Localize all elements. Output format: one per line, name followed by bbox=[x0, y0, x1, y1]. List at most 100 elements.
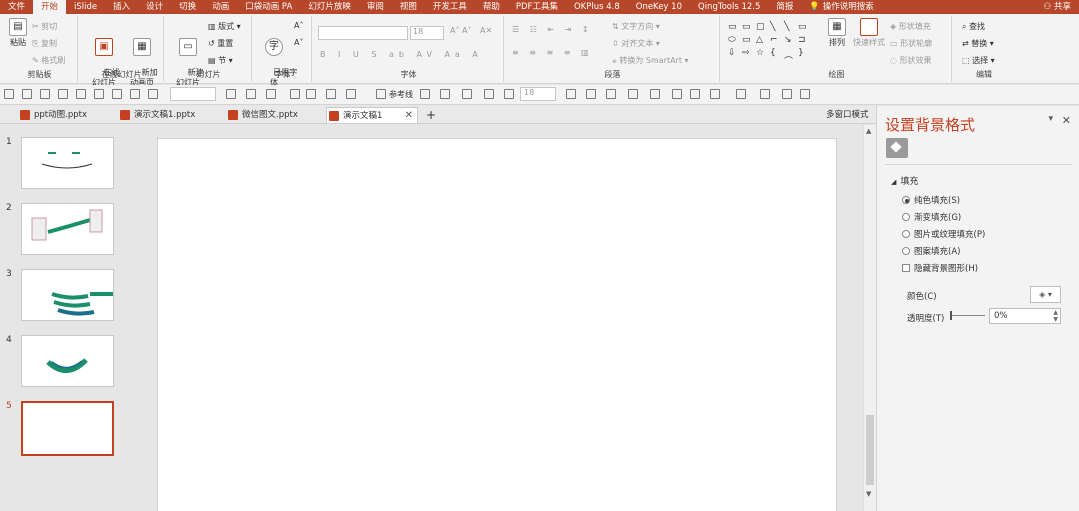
toolbar-icon[interactable] bbox=[650, 89, 660, 99]
format-painter-button[interactable]: ✎ 格式刷 bbox=[32, 55, 65, 66]
slide-canvas[interactable] bbox=[157, 138, 837, 511]
quick-font-select[interactable] bbox=[170, 87, 216, 101]
toolbar-icon[interactable] bbox=[628, 89, 638, 99]
menu-tab[interactable]: 设计 bbox=[138, 0, 171, 14]
guides-checkbox[interactable] bbox=[376, 89, 386, 99]
toolbar-icon[interactable] bbox=[4, 89, 14, 99]
slide-thumbnail-active[interactable] bbox=[21, 401, 114, 456]
toolbar-icon[interactable] bbox=[690, 89, 700, 99]
decrease-font-button[interactable]: A˅ bbox=[294, 38, 303, 47]
toolbar-icon[interactable] bbox=[760, 89, 770, 99]
color-picker-button[interactable]: ◈ ▾ bbox=[1030, 286, 1061, 303]
transparency-slider[interactable] bbox=[951, 315, 985, 316]
slide-thumbnail[interactable] bbox=[21, 137, 114, 189]
doc-tab[interactable]: 演示文稿1.pptx bbox=[118, 107, 222, 123]
menu-tab[interactable]: 帮助 bbox=[475, 0, 508, 14]
toolbar-icon[interactable] bbox=[586, 89, 596, 99]
toolbar-icon[interactable] bbox=[346, 89, 356, 99]
menu-tab[interactable]: OneKey 10 bbox=[628, 0, 690, 14]
cut-button[interactable]: ✂ 剪切 bbox=[32, 21, 57, 32]
menu-tab[interactable]: 幻灯片放映 bbox=[300, 0, 359, 14]
close-icon[interactable]: ✕ bbox=[1062, 114, 1071, 127]
transparency-slider-handle[interactable] bbox=[950, 311, 952, 320]
shape-icon[interactable]: ▭ bbox=[742, 22, 751, 32]
paste-button[interactable]: ▤ 粘贴 bbox=[6, 18, 30, 48]
scroll-down-icon[interactable]: ▼ bbox=[866, 490, 871, 498]
toolbar-icon[interactable] bbox=[130, 89, 140, 99]
menu-tab[interactable]: 动画 bbox=[204, 0, 237, 14]
clear-format-button[interactable]: A✕ bbox=[480, 26, 492, 35]
doc-tab[interactable]: 微信图文.pptx bbox=[226, 107, 324, 123]
menu-tab[interactable]: 口袋动画 PA bbox=[237, 0, 300, 14]
vertical-scrollbar[interactable]: ▲ ▼ bbox=[863, 125, 876, 511]
shape-icon[interactable]: ⊐ bbox=[798, 35, 806, 45]
find-button[interactable]: ⌕ 查找 bbox=[962, 21, 985, 32]
shape-icon[interactable]: ︵ bbox=[784, 48, 793, 61]
shape-icon[interactable]: ⬭ bbox=[728, 35, 736, 45]
shape-effects-button[interactable]: ◌ 形状效果 bbox=[890, 55, 932, 66]
picture-fill-radio[interactable]: 图片或纹理填充(P) bbox=[902, 228, 985, 240]
increase-font-button[interactable]: A˄ bbox=[294, 21, 303, 30]
menu-tab[interactable]: QingTools 12.5 bbox=[690, 0, 768, 14]
toolbar-icon[interactable] bbox=[710, 89, 720, 99]
list-buttons[interactable]: ☰ ☷ ⇤ ⇥ ↕ bbox=[512, 25, 593, 34]
share-button[interactable]: ⚇ 共享 bbox=[1036, 0, 1079, 14]
align-buttons[interactable]: ≡ ≡ ≡ ≡ ▥ bbox=[512, 48, 593, 57]
shape-icon[interactable]: ▭ bbox=[798, 22, 807, 32]
toolbar-icon[interactable] bbox=[606, 89, 616, 99]
toolbar-icon[interactable] bbox=[420, 89, 430, 99]
toolbar-icon[interactable] bbox=[112, 89, 122, 99]
toolbar-icon[interactable] bbox=[76, 89, 86, 99]
pane-options-icon[interactable]: ▾ bbox=[1048, 114, 1053, 124]
toolbar-icon[interactable] bbox=[40, 89, 50, 99]
transparency-input[interactable]: 0% ▲ ▼ bbox=[989, 308, 1061, 324]
bold-italic-underline-buttons[interactable]: B I U S ab AV Aa A bbox=[320, 50, 483, 59]
scroll-up-icon[interactable]: ▲ bbox=[866, 127, 871, 135]
toolbar-icon[interactable] bbox=[672, 89, 682, 99]
layout-button[interactable]: ▥ 版式 ▾ bbox=[208, 21, 241, 32]
slide-thumbnail[interactable] bbox=[21, 203, 114, 255]
slide-thumbnail[interactable] bbox=[21, 269, 114, 321]
shape-icon[interactable]: ↘ bbox=[784, 35, 792, 45]
gradient-fill-radio[interactable]: 渐变填充(G) bbox=[902, 211, 961, 223]
menu-tab[interactable]: 切换 bbox=[171, 0, 204, 14]
shape-icon[interactable]: ▢ bbox=[756, 22, 765, 32]
toolbar-icon[interactable] bbox=[22, 89, 32, 99]
solid-fill-radio[interactable]: 纯色填充(S) bbox=[902, 194, 960, 206]
replace-button[interactable]: ⇄ 替换 ▾ bbox=[962, 38, 994, 49]
toolbar-icon[interactable] bbox=[326, 89, 336, 99]
shape-icon[interactable]: ☆ bbox=[756, 48, 764, 58]
toolbar-icon[interactable] bbox=[800, 89, 810, 99]
arrange-button[interactable]: ▦ 排列 bbox=[824, 18, 850, 48]
reset-button[interactable]: ↺ 重置 bbox=[208, 38, 233, 49]
pattern-fill-radio[interactable]: 图案填充(A) bbox=[902, 245, 960, 257]
toolbar-icon[interactable] bbox=[484, 89, 494, 99]
shapes-gallery[interactable]: ▭ ▭ ▢ ╲ ╲ ▭ ⬭ ▭ △ ⌐ ↘ ⊐ ⇩ ⇨ ☆ {︵} bbox=[728, 22, 820, 62]
toolbar-icon[interactable] bbox=[736, 89, 746, 99]
slide-thumbnail[interactable] bbox=[21, 335, 114, 387]
copy-button[interactable]: ⎘ 复制 bbox=[32, 38, 57, 49]
menu-tab[interactable]: OKPlus 4.8 bbox=[566, 0, 628, 14]
toolbar-icon[interactable] bbox=[58, 89, 68, 99]
menu-tab[interactable]: PDF工具集 bbox=[508, 0, 566, 14]
toolbar-icon[interactable] bbox=[504, 89, 514, 99]
toolbar-icon[interactable] bbox=[226, 89, 236, 99]
shape-outline-button[interactable]: ▭ 形状轮廓 bbox=[890, 38, 932, 49]
toolbar-icon[interactable] bbox=[148, 89, 158, 99]
menu-tab[interactable]: 审阅 bbox=[359, 0, 392, 14]
font-family-select[interactable] bbox=[318, 26, 408, 40]
doc-tab-active[interactable]: 演示文稿1 ✕ bbox=[326, 107, 418, 123]
scroll-thumb[interactable] bbox=[866, 415, 874, 485]
menu-tab[interactable]: 开发工具 bbox=[425, 0, 475, 14]
smartart-button[interactable]: ⚹ 转换为 SmartArt ▾ bbox=[612, 55, 689, 66]
shape-fill-button[interactable]: ◈ 形状填充 bbox=[890, 21, 931, 32]
toolbar-icon[interactable] bbox=[266, 89, 276, 99]
shape-icon[interactable]: △ bbox=[756, 35, 763, 45]
toolbar-icon[interactable] bbox=[306, 89, 316, 99]
shape-icon[interactable]: { bbox=[770, 48, 776, 58]
shape-icon[interactable]: ▭ bbox=[728, 22, 737, 32]
shape-icon[interactable]: ▭ bbox=[742, 35, 751, 45]
shape-icon[interactable]: } bbox=[798, 48, 804, 58]
toolbar-icon[interactable] bbox=[290, 89, 300, 99]
close-tab-icon[interactable]: ✕ bbox=[405, 108, 413, 124]
